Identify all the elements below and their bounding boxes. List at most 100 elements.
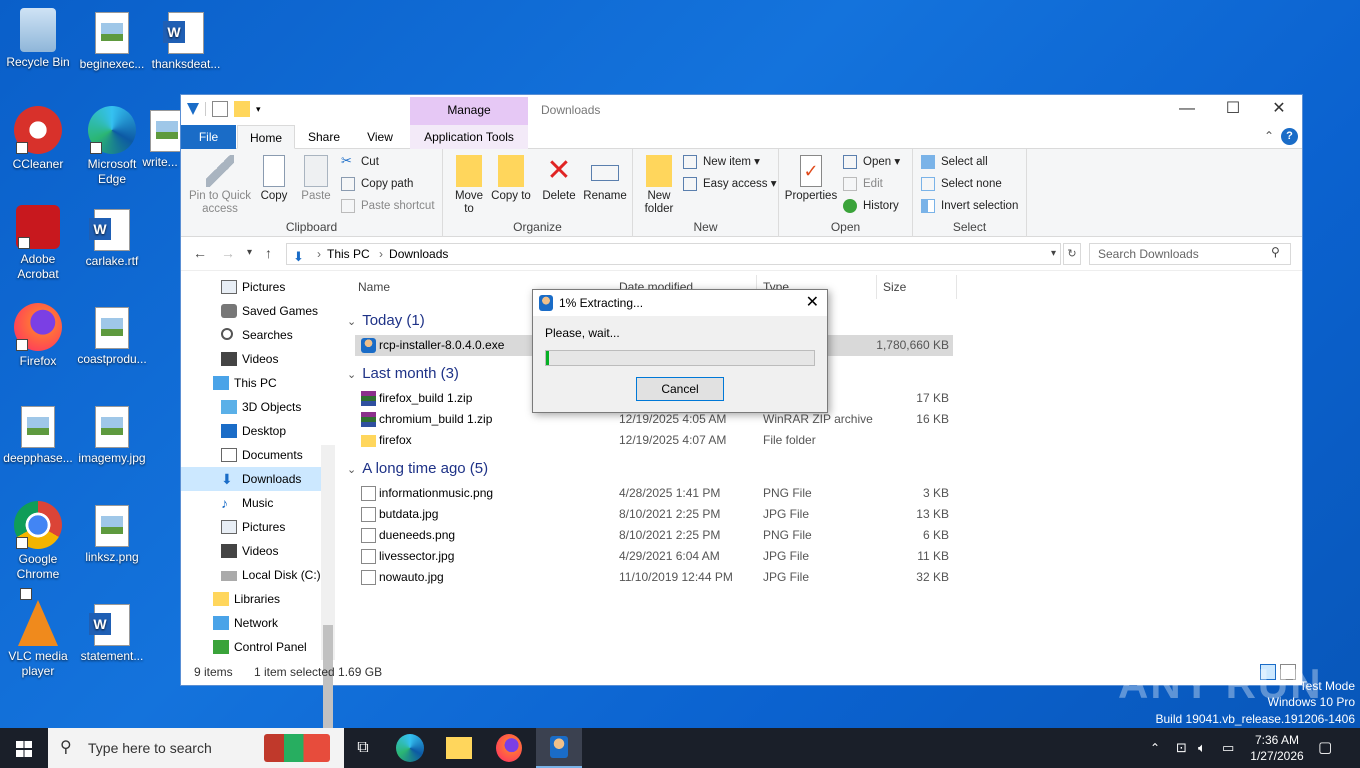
paste-shortcut-button[interactable]: Paste shortcut	[341, 197, 435, 215]
new-folder-icon[interactable]	[234, 101, 250, 117]
file-explorer-taskbar-icon[interactable]	[446, 737, 472, 759]
tab-share[interactable]: Share	[303, 125, 345, 149]
back-arrow-icon[interactable]: ←	[193, 245, 207, 261]
nav-item-saved-games[interactable]: Saved Games	[181, 299, 321, 323]
nav-item-pictures-2[interactable]: Pictures	[181, 515, 321, 539]
desktop-icon-deepphase[interactable]: deepphase...	[0, 402, 76, 466]
desktop-icon-thanksdeat[interactable]: thanksdeat...	[148, 8, 224, 72]
tab-view[interactable]: View	[359, 125, 401, 149]
start-button[interactable]	[0, 728, 48, 768]
manage-contextual-tab[interactable]: Manage	[410, 97, 528, 125]
address-dropdown-icon[interactable]: ▾	[1051, 244, 1056, 264]
volume-tray-icon[interactable]: 🔈︎	[1198, 728, 1206, 768]
desktop-icon-statement[interactable]: statement...	[74, 600, 150, 664]
forward-arrow-icon[interactable]: →	[221, 245, 235, 261]
dialog-close-icon[interactable]: ✕	[806, 290, 819, 316]
address-bar[interactable]: ⬇ › This PC › Downloads ▾	[286, 243, 1061, 265]
up-arrow-icon[interactable]: ↑	[265, 245, 272, 261]
copy-button[interactable]: Copy	[257, 155, 291, 203]
paste-button[interactable]: Paste	[297, 155, 335, 203]
desktop-icon-recycle-bin[interactable]: Recycle Bin	[0, 8, 76, 70]
table-row[interactable]: firefox 12/19/2025 4:07 AM File folder	[355, 430, 953, 451]
group-header-long-ago[interactable]: ⌄ A long time ago (5)	[347, 460, 488, 477]
search-input[interactable]: Search Downloads	[1089, 243, 1291, 265]
tray-chevron-icon[interactable]: ⌃	[1150, 728, 1160, 768]
desktop-icon-linksz[interactable]: linksz.png	[74, 501, 150, 565]
installer-taskbar-item[interactable]	[536, 728, 582, 768]
edit-button[interactable]: Edit	[843, 175, 883, 193]
open-button[interactable]: Open ▾	[843, 153, 900, 171]
breadcrumb-this-pc[interactable]: This PC	[327, 247, 370, 261]
nav-item-pictures[interactable]: Pictures	[181, 275, 321, 299]
select-all-button[interactable]: Select all	[921, 153, 988, 171]
breadcrumb-downloads[interactable]: Downloads	[389, 247, 448, 261]
rename-button[interactable]: Rename	[583, 155, 627, 203]
desktop-icon-ccleaner[interactable]: CCleaner	[0, 106, 76, 172]
column-header-name[interactable]: Name	[358, 280, 390, 294]
notifications-icon[interactable]: ▢	[1318, 728, 1332, 768]
column-header-size[interactable]: Size	[883, 280, 906, 294]
nav-scrollbar[interactable]	[321, 445, 335, 745]
desktop-icon-vlc[interactable]: VLC media player	[0, 588, 76, 679]
new-item-button[interactable]: New item ▾	[683, 153, 760, 171]
desktop-icon-beginexec[interactable]: beginexec...	[74, 8, 150, 72]
chevron-down-icon[interactable]: ▾	[256, 101, 272, 117]
firefox-taskbar-icon[interactable]	[496, 734, 522, 762]
task-view-icon[interactable]: ⧉	[348, 734, 378, 762]
table-row[interactable]: livessector.jpg 4/29/2021 6:04 AM JPG Fi…	[355, 546, 953, 567]
copy-path-button[interactable]: Copy path	[341, 175, 413, 193]
table-row[interactable]: dueneeds.png 8/10/2021 2:25 PM PNG File …	[355, 525, 953, 546]
tab-application-tools[interactable]: Application Tools	[410, 125, 528, 149]
desktop-icon-acrobat[interactable]: Adobe Acrobat	[0, 205, 76, 282]
tab-home[interactable]: Home	[237, 125, 295, 149]
desktop-icon-carlake[interactable]: carlake.rtf	[74, 205, 150, 269]
nav-item-control-panel[interactable]: Control Panel	[181, 635, 321, 659]
cut-button[interactable]: ✂ Cut	[341, 153, 379, 171]
desktop-icon-edge[interactable]: Microsoft Edge	[74, 106, 150, 187]
delete-button[interactable]: ✕ Delete	[539, 155, 579, 203]
desktop-icon-write[interactable]: write...	[140, 106, 180, 170]
scrollbar-thumb[interactable]	[323, 625, 333, 745]
edge-taskbar-icon[interactable]	[396, 734, 424, 762]
select-none-button[interactable]: Select none	[921, 175, 1002, 193]
new-folder-button[interactable]: New folder	[639, 155, 679, 216]
nav-item-this-pc[interactable]: This PC	[181, 371, 321, 395]
nav-item-videos-2[interactable]: Videos	[181, 539, 321, 563]
refresh-icon[interactable]: ↻	[1063, 243, 1081, 265]
nav-item-desktop[interactable]: Desktop	[181, 419, 321, 443]
nav-item-network[interactable]: Network	[181, 611, 321, 635]
keyboard-tray-icon[interactable]: ▭	[1222, 728, 1234, 768]
clock[interactable]: 7:36 AM 1/27/2026	[1246, 732, 1308, 764]
desktop-icon-firefox[interactable]: Firefox	[0, 303, 76, 369]
cancel-button[interactable]: Cancel	[636, 377, 724, 401]
easy-access-button[interactable]: Easy access ▾	[683, 175, 777, 193]
close-button[interactable]: ✕	[1256, 95, 1302, 125]
nav-item-searches[interactable]: Searches	[181, 323, 321, 347]
group-header-last-month[interactable]: ⌄ Last month (3)	[347, 365, 459, 382]
desktop-icon-coastprodu[interactable]: coastprodu...	[74, 303, 150, 367]
nav-item-documents[interactable]: Documents	[181, 443, 321, 467]
table-row[interactable]: informationmusic.png 4/28/2025 1:41 PM P…	[355, 483, 953, 504]
nav-item-downloads[interactable]: ⬇ Downloads	[181, 467, 321, 491]
recent-chevron-icon[interactable]: ▾	[247, 247, 252, 258]
desktop-icon-chrome[interactable]: Google Chrome	[0, 501, 76, 582]
table-row[interactable]: nowauto.jpg 11/10/2019 12:44 PM JPG File…	[355, 567, 953, 588]
invert-selection-button[interactable]: Invert selection	[921, 197, 1018, 215]
chevron-up-icon[interactable]: ⌃	[1264, 129, 1274, 143]
nav-item-local-disk[interactable]: Local Disk (C:)	[181, 563, 321, 587]
nav-item-3d-objects[interactable]: 3D Objects	[181, 395, 321, 419]
copy-to-button[interactable]: Copy to	[491, 155, 531, 203]
taskbar-search-input[interactable]: ⚲ Type here to search	[48, 728, 344, 768]
pin-quick-access-button[interactable]: Pin to Quick access	[187, 155, 253, 216]
nav-item-music[interactable]: ♪ Music	[181, 491, 321, 515]
tab-file[interactable]: File	[181, 125, 236, 149]
desktop-icon-imagemy[interactable]: imagemy.jpg	[74, 402, 150, 466]
history-button[interactable]: History	[843, 197, 899, 215]
nav-item-videos[interactable]: Videos	[181, 347, 321, 371]
download-arrow-icon[interactable]	[187, 103, 199, 115]
network-tray-icon[interactable]: ⊡	[1176, 728, 1187, 768]
help-icon[interactable]: ?	[1281, 128, 1298, 145]
properties-icon[interactable]	[212, 101, 228, 117]
group-header-today[interactable]: ⌄ Today (1)	[347, 312, 425, 329]
nav-item-libraries[interactable]: Libraries	[181, 587, 321, 611]
